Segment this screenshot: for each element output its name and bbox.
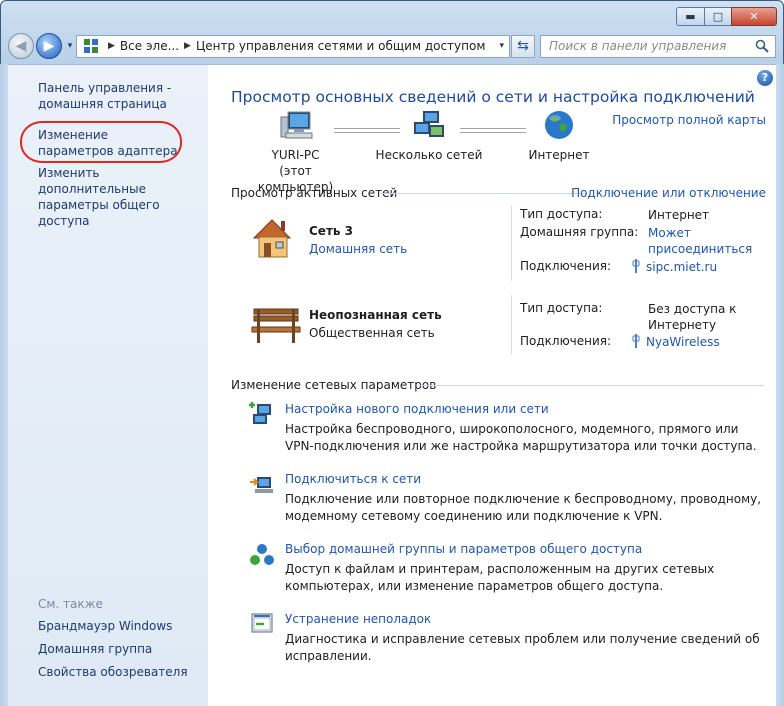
chevron-down-icon[interactable]: ▾: [499, 41, 504, 51]
multiple-networks-label: Несколько сетей: [375, 148, 483, 162]
forward-button[interactable]: ▶: [36, 33, 62, 59]
address-bar[interactable]: ▶ Все эле... ▶ Центр управления сетями и…: [76, 34, 510, 58]
task-setup-new-connection-link[interactable]: Настройка нового подключения или сети: [285, 402, 549, 416]
homegroup-sharing-icon: [250, 544, 274, 565]
content-area: Панель управления - домашняя страница Из…: [8, 64, 776, 706]
breadcrumb-network-center[interactable]: Центр управления сетями и общим доступом: [196, 39, 485, 53]
caption-buttons: ▬ □ ✕: [676, 7, 777, 26]
wireless-signal-icon: [632, 334, 640, 348]
breadcrumb-all-items[interactable]: Все эле...: [120, 39, 179, 53]
sidebar-item-internet-options[interactable]: Свойства обозревателя: [38, 664, 188, 680]
search-icon[interactable]: [755, 39, 769, 53]
see-also-heading: См. также: [38, 597, 103, 611]
connection-1-link[interactable]: sipc.miet.ru: [632, 259, 717, 275]
change-settings-heading: Изменение сетевых параметров: [231, 378, 437, 392]
homegroup-join-line-1: Может: [648, 226, 691, 240]
homegroup-label: Домашняя группа:: [520, 225, 639, 239]
troubleshoot-icon: [251, 613, 273, 633]
access-type-label: Тип доступа:: [520, 301, 603, 315]
connect-to-network-icon: [250, 477, 273, 493]
sidebar-item-sharing-settings[interactable]: Изменить дополнительные параметры общего…: [38, 165, 208, 229]
sidebar-item-firewall[interactable]: Брандмауэр Windows: [38, 618, 172, 634]
minimize-button[interactable]: ▬: [676, 7, 704, 26]
window-border-right: [776, 64, 784, 706]
main-panel: ? Просмотр основных сведений о сети и на…: [208, 65, 776, 706]
network-1-name: Сеть 3: [309, 224, 354, 238]
task-connect-to-network-link[interactable]: Подключиться к сети: [285, 472, 421, 486]
homegroup-join-link[interactable]: Может присоединиться: [648, 225, 752, 257]
homegroup-join-line-2: присоединиться: [648, 242, 753, 256]
connection-1-name: sipc.miet.ru: [646, 260, 718, 274]
search-input[interactable]: [549, 39, 749, 53]
connections-label: Подключения:: [520, 334, 612, 348]
help-icon[interactable]: ?: [757, 70, 773, 86]
multiple-networks-icon: [414, 111, 444, 137]
house-icon: [252, 219, 292, 258]
task-sidebar: Панель управления - домашняя страница Из…: [8, 65, 208, 706]
computer-name: YURI-PC: [271, 148, 320, 162]
park-bench-icon: [251, 308, 301, 343]
computer-icon: [280, 111, 312, 139]
control-panel-icon: [83, 38, 99, 54]
access-type-value-line-1: Без доступа к: [648, 302, 737, 316]
connections-label: Подключения:: [520, 259, 612, 273]
network-2-type: Общественная сеть: [309, 326, 435, 340]
task-homegroup-sharing-desc: Доступ к файлам и принтерам, расположенн…: [285, 562, 715, 593]
map-node-multiple-networks[interactable]: Несколько сетей: [374, 109, 484, 163]
breadcrumb-separator-icon: ▶: [108, 41, 115, 51]
task-setup-new-connection-desc: Настройка беспроводного, широкополосного…: [285, 422, 757, 453]
access-type-value-line-2: Интернету: [648, 318, 717, 332]
column-divider: [511, 205, 512, 281]
view-full-map-link[interactable]: Просмотр полной карты: [612, 113, 766, 127]
task-troubleshoot-desc: Диагностика и исправление сетевых пробле…: [285, 632, 760, 663]
window-border-left: [0, 64, 8, 706]
new-connection-icon: [249, 402, 271, 424]
map-node-internet[interactable]: Интернет: [519, 109, 599, 163]
access-type-value: Без доступа к Интернету: [648, 301, 736, 333]
section-divider: [379, 193, 587, 194]
network-1-type-link[interactable]: Домашняя сеть: [309, 242, 407, 256]
task-troubleshoot-link[interactable]: Устранение неполадок: [285, 612, 431, 626]
active-networks-heading: Просмотр активных сетей: [231, 186, 398, 200]
connect-disconnect-link[interactable]: Подключение или отключение: [571, 186, 766, 200]
wireless-signal-icon: [632, 259, 640, 273]
map-connector: [460, 128, 526, 133]
section-divider: [418, 385, 764, 386]
search-box[interactable]: [540, 34, 776, 58]
internet-label: Интернет: [528, 148, 590, 162]
column-divider: [511, 295, 512, 355]
network-2-name: Неопознанная сеть: [309, 308, 442, 322]
connection-2-name: NyaWireless: [646, 335, 720, 349]
access-type-label: Тип доступа:: [520, 207, 603, 221]
back-button[interactable]: ◀: [8, 33, 34, 59]
map-node-computer[interactable]: YURI-PC (этот компьютер): [248, 109, 343, 195]
globe-icon: [545, 111, 573, 139]
page-title: Просмотр основных сведений о сети и наст…: [231, 88, 755, 106]
maximize-button[interactable]: □: [704, 7, 731, 26]
recent-pages-dropdown[interactable]: ▾: [64, 41, 76, 51]
navigation-bar: ◀ ▶ ▾ ▶ Все эле... ▶ Центр управления се…: [8, 32, 776, 60]
access-type-value: Интернет: [648, 208, 710, 222]
sidebar-item-home[interactable]: Панель управления - домашняя страница: [38, 80, 198, 112]
close-button[interactable]: ✕: [731, 7, 777, 26]
breadcrumb-separator-icon[interactable]: ▶: [184, 41, 191, 51]
task-connect-to-network-desc: Подключение или повторное подключение к …: [285, 492, 762, 523]
sidebar-item-homegroup[interactable]: Домашняя группа: [38, 641, 152, 657]
task-homegroup-sharing-link[interactable]: Выбор домашней группы и параметров общег…: [285, 542, 642, 556]
connection-2-link[interactable]: NyaWireless: [632, 334, 720, 350]
sidebar-item-adapter-settings[interactable]: Изменение параметров адаптера: [38, 127, 178, 159]
refresh-button[interactable]: ⇆: [511, 34, 535, 58]
